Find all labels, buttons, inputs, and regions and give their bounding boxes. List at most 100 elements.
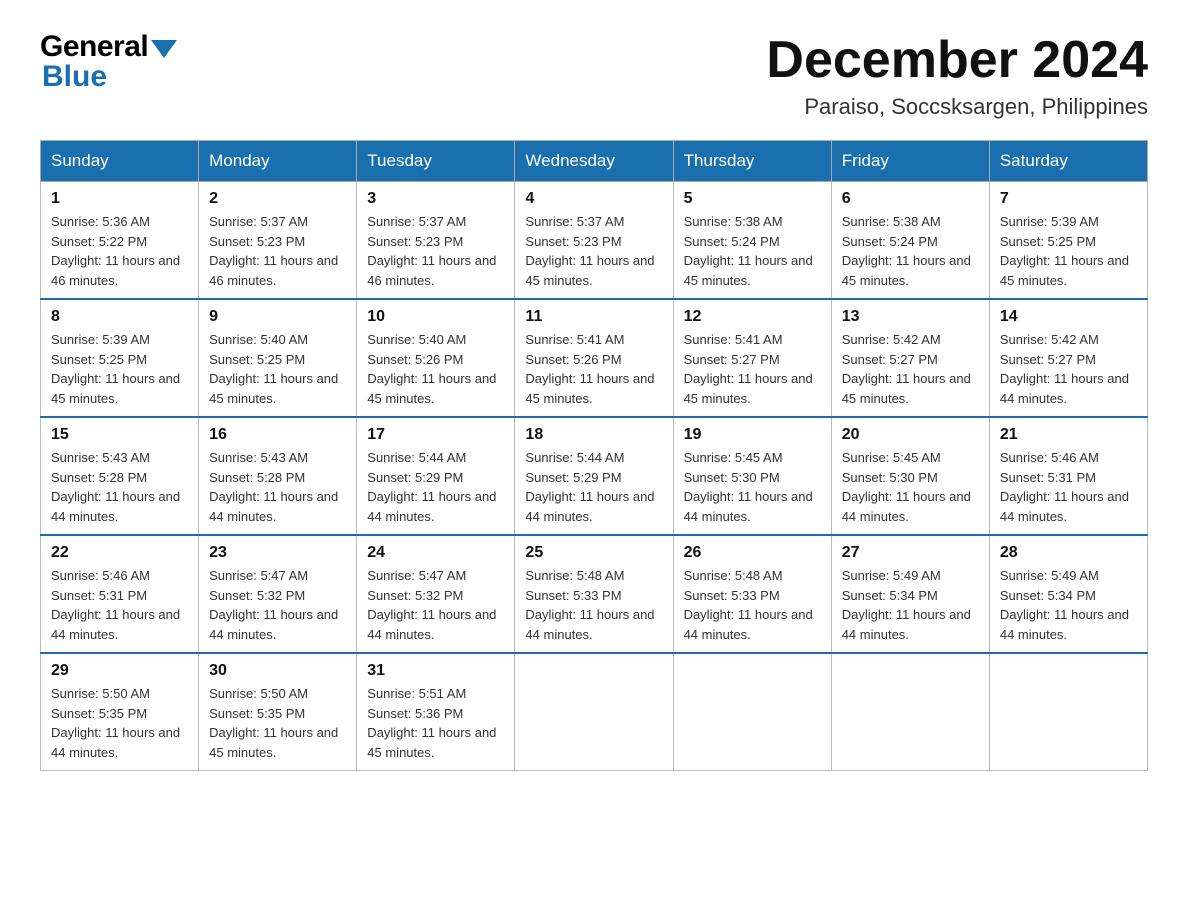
day-number: 12: [684, 308, 821, 326]
calendar-week-row: 22 Sunrise: 5:46 AMSunset: 5:31 PMDaylig…: [41, 535, 1148, 653]
calendar-cell: [673, 653, 831, 771]
calendar-cell: 9 Sunrise: 5:40 AMSunset: 5:25 PMDayligh…: [199, 299, 357, 417]
day-number: 26: [684, 544, 821, 562]
calendar-cell: 12 Sunrise: 5:41 AMSunset: 5:27 PMDaylig…: [673, 299, 831, 417]
calendar-cell: 29 Sunrise: 5:50 AMSunset: 5:35 PMDaylig…: [41, 653, 199, 771]
day-info: Sunrise: 5:36 AMSunset: 5:22 PMDaylight:…: [51, 212, 188, 290]
day-info: Sunrise: 5:45 AMSunset: 5:30 PMDaylight:…: [842, 448, 979, 526]
calendar-cell: 14 Sunrise: 5:42 AMSunset: 5:27 PMDaylig…: [989, 299, 1147, 417]
day-number: 13: [842, 308, 979, 326]
page-title: December 2024: [766, 30, 1148, 90]
calendar-week-row: 29 Sunrise: 5:50 AMSunset: 5:35 PMDaylig…: [41, 653, 1148, 771]
day-number: 20: [842, 426, 979, 444]
day-number: 3: [367, 190, 504, 208]
calendar-cell: 18 Sunrise: 5:44 AMSunset: 5:29 PMDaylig…: [515, 417, 673, 535]
day-number: 1: [51, 190, 188, 208]
day-number: 19: [684, 426, 821, 444]
calendar-cell: 23 Sunrise: 5:47 AMSunset: 5:32 PMDaylig…: [199, 535, 357, 653]
calendar-cell: 31 Sunrise: 5:51 AMSunset: 5:36 PMDaylig…: [357, 653, 515, 771]
day-info: Sunrise: 5:42 AMSunset: 5:27 PMDaylight:…: [842, 330, 979, 408]
calendar-cell: 7 Sunrise: 5:39 AMSunset: 5:25 PMDayligh…: [989, 182, 1147, 300]
day-info: Sunrise: 5:37 AMSunset: 5:23 PMDaylight:…: [367, 212, 504, 290]
page-subtitle: Paraiso, Soccsksargen, Philippines: [766, 94, 1148, 120]
day-info: Sunrise: 5:43 AMSunset: 5:28 PMDaylight:…: [209, 448, 346, 526]
calendar-day-header: Friday: [831, 141, 989, 182]
title-block: December 2024 Paraiso, Soccsksargen, Phi…: [766, 30, 1148, 120]
day-info: Sunrise: 5:46 AMSunset: 5:31 PMDaylight:…: [1000, 448, 1137, 526]
calendar-table: SundayMondayTuesdayWednesdayThursdayFrid…: [40, 140, 1148, 771]
day-info: Sunrise: 5:49 AMSunset: 5:34 PMDaylight:…: [842, 566, 979, 644]
calendar-week-row: 1 Sunrise: 5:36 AMSunset: 5:22 PMDayligh…: [41, 182, 1148, 300]
day-info: Sunrise: 5:37 AMSunset: 5:23 PMDaylight:…: [209, 212, 346, 290]
day-info: Sunrise: 5:42 AMSunset: 5:27 PMDaylight:…: [1000, 330, 1137, 408]
logo-arrow-icon: [151, 40, 177, 58]
logo-blue-text: Blue: [42, 60, 107, 94]
day-info: Sunrise: 5:39 AMSunset: 5:25 PMDaylight:…: [1000, 212, 1137, 290]
day-info: Sunrise: 5:38 AMSunset: 5:24 PMDaylight:…: [842, 212, 979, 290]
calendar-cell: 19 Sunrise: 5:45 AMSunset: 5:30 PMDaylig…: [673, 417, 831, 535]
calendar-cell: 15 Sunrise: 5:43 AMSunset: 5:28 PMDaylig…: [41, 417, 199, 535]
day-info: Sunrise: 5:44 AMSunset: 5:29 PMDaylight:…: [525, 448, 662, 526]
day-number: 8: [51, 308, 188, 326]
calendar-day-header: Wednesday: [515, 141, 673, 182]
day-number: 9: [209, 308, 346, 326]
day-number: 27: [842, 544, 979, 562]
day-number: 10: [367, 308, 504, 326]
day-number: 23: [209, 544, 346, 562]
day-info: Sunrise: 5:51 AMSunset: 5:36 PMDaylight:…: [367, 684, 504, 762]
calendar-day-header: Monday: [199, 141, 357, 182]
day-number: 21: [1000, 426, 1137, 444]
calendar-cell: 17 Sunrise: 5:44 AMSunset: 5:29 PMDaylig…: [357, 417, 515, 535]
calendar-cell: 16 Sunrise: 5:43 AMSunset: 5:28 PMDaylig…: [199, 417, 357, 535]
calendar-cell: [831, 653, 989, 771]
calendar-cell: 25 Sunrise: 5:48 AMSunset: 5:33 PMDaylig…: [515, 535, 673, 653]
day-number: 15: [51, 426, 188, 444]
day-number: 16: [209, 426, 346, 444]
day-number: 31: [367, 662, 504, 680]
day-number: 17: [367, 426, 504, 444]
day-info: Sunrise: 5:39 AMSunset: 5:25 PMDaylight:…: [51, 330, 188, 408]
day-info: Sunrise: 5:48 AMSunset: 5:33 PMDaylight:…: [684, 566, 821, 644]
logo: General Blue: [40, 30, 177, 94]
day-info: Sunrise: 5:49 AMSunset: 5:34 PMDaylight:…: [1000, 566, 1137, 644]
day-info: Sunrise: 5:47 AMSunset: 5:32 PMDaylight:…: [209, 566, 346, 644]
calendar-day-header: Sunday: [41, 141, 199, 182]
day-info: Sunrise: 5:47 AMSunset: 5:32 PMDaylight:…: [367, 566, 504, 644]
day-info: Sunrise: 5:40 AMSunset: 5:26 PMDaylight:…: [367, 330, 504, 408]
day-info: Sunrise: 5:41 AMSunset: 5:26 PMDaylight:…: [525, 330, 662, 408]
calendar-cell: 2 Sunrise: 5:37 AMSunset: 5:23 PMDayligh…: [199, 182, 357, 300]
day-number: 29: [51, 662, 188, 680]
calendar-cell: 1 Sunrise: 5:36 AMSunset: 5:22 PMDayligh…: [41, 182, 199, 300]
logo-general-text: General: [40, 30, 148, 64]
day-info: Sunrise: 5:37 AMSunset: 5:23 PMDaylight:…: [525, 212, 662, 290]
day-info: Sunrise: 5:45 AMSunset: 5:30 PMDaylight:…: [684, 448, 821, 526]
calendar-day-header: Tuesday: [357, 141, 515, 182]
day-info: Sunrise: 5:48 AMSunset: 5:33 PMDaylight:…: [525, 566, 662, 644]
day-number: 25: [525, 544, 662, 562]
day-number: 5: [684, 190, 821, 208]
page-header: General Blue December 2024 Paraiso, Socc…: [40, 30, 1148, 120]
calendar-cell: 24 Sunrise: 5:47 AMSunset: 5:32 PMDaylig…: [357, 535, 515, 653]
day-info: Sunrise: 5:43 AMSunset: 5:28 PMDaylight:…: [51, 448, 188, 526]
calendar-cell: [989, 653, 1147, 771]
day-number: 30: [209, 662, 346, 680]
calendar-week-row: 15 Sunrise: 5:43 AMSunset: 5:28 PMDaylig…: [41, 417, 1148, 535]
calendar-day-header: Thursday: [673, 141, 831, 182]
day-number: 11: [525, 308, 662, 326]
calendar-cell: 20 Sunrise: 5:45 AMSunset: 5:30 PMDaylig…: [831, 417, 989, 535]
day-number: 28: [1000, 544, 1137, 562]
day-info: Sunrise: 5:38 AMSunset: 5:24 PMDaylight:…: [684, 212, 821, 290]
calendar-day-header: Saturday: [989, 141, 1147, 182]
calendar-week-row: 8 Sunrise: 5:39 AMSunset: 5:25 PMDayligh…: [41, 299, 1148, 417]
day-number: 14: [1000, 308, 1137, 326]
day-info: Sunrise: 5:41 AMSunset: 5:27 PMDaylight:…: [684, 330, 821, 408]
calendar-cell: [515, 653, 673, 771]
calendar-cell: 6 Sunrise: 5:38 AMSunset: 5:24 PMDayligh…: [831, 182, 989, 300]
calendar-cell: 10 Sunrise: 5:40 AMSunset: 5:26 PMDaylig…: [357, 299, 515, 417]
day-number: 24: [367, 544, 504, 562]
calendar-cell: 27 Sunrise: 5:49 AMSunset: 5:34 PMDaylig…: [831, 535, 989, 653]
day-number: 2: [209, 190, 346, 208]
calendar-cell: 26 Sunrise: 5:48 AMSunset: 5:33 PMDaylig…: [673, 535, 831, 653]
calendar-cell: 3 Sunrise: 5:37 AMSunset: 5:23 PMDayligh…: [357, 182, 515, 300]
calendar-cell: 21 Sunrise: 5:46 AMSunset: 5:31 PMDaylig…: [989, 417, 1147, 535]
